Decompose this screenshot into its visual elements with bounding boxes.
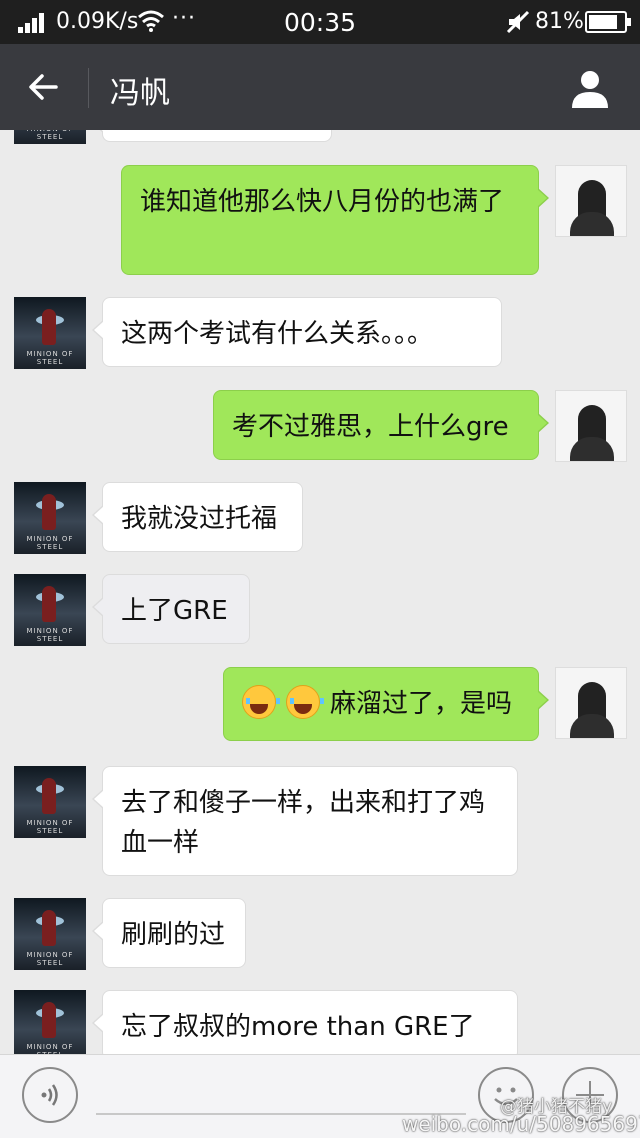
contact-avatar[interactable]: MINION OF STEEL [14, 898, 86, 970]
mute-icon [506, 10, 530, 34]
sent-message[interactable]: 考不过雅思，上什么gre [213, 390, 549, 460]
laughing-crying-emoji [242, 685, 280, 719]
my-avatar[interactable] [555, 165, 627, 237]
battery-percent: 81% [535, 9, 584, 34]
contact-avatar[interactable]: MINION OF STEEL [14, 574, 86, 646]
received-message[interactable]: 上了GRE [92, 574, 250, 644]
received-message[interactable]: 忘了叔叔的more than GRE了 [92, 990, 518, 1054]
status-bar: 0.09K/s ··· 00:35 81% [0, 0, 640, 44]
back-arrow-icon[interactable] [20, 64, 66, 110]
received-message[interactable]: 这两个考试有什么关系。。。 [92, 297, 502, 367]
contact-name: 冯帆 [110, 76, 170, 111]
contact-avatar[interactable]: MINION OF STEEL [14, 990, 86, 1054]
profile-icon[interactable] [568, 66, 612, 110]
watermark-url: weibo.com/u/5089656970 [402, 1112, 640, 1136]
chat-header: 冯帆 [0, 44, 640, 130]
received-message[interactable]: 去了和傻子一样，出来和打了鸡血一样 [92, 766, 518, 876]
contact-avatar[interactable]: MINION OF STEEL [14, 297, 86, 369]
voice-icon [41, 1084, 58, 1106]
sent-message[interactable]: 谁知道他那么快八月份的也满了 [121, 165, 549, 275]
received-message[interactable]: 刷刷的过 [92, 898, 246, 968]
sent-message[interactable]: 麻溜过了，是吗 [223, 667, 549, 741]
battery-fill [589, 15, 617, 29]
chat-area[interactable]: MINION OF STEEL 谁知道他那么快八月份的也满了 MINION OF… [0, 130, 640, 1054]
voice-button[interactable] [22, 1067, 78, 1123]
my-avatar[interactable] [555, 667, 627, 739]
contact-avatar[interactable]: MINION OF STEEL [14, 766, 86, 838]
contact-avatar[interactable]: MINION OF STEEL [14, 482, 86, 554]
message-text: 麻溜过了，是吗 [330, 689, 513, 719]
received-message[interactable]: 我就没过托福 [92, 482, 303, 552]
my-avatar[interactable] [555, 390, 627, 462]
laughing-crying-emoji [286, 685, 324, 719]
contact-avatar[interactable]: MINION OF STEEL [14, 130, 86, 144]
battery-icon [585, 11, 631, 33]
header-divider [88, 68, 89, 108]
received-message[interactable] [92, 130, 332, 142]
